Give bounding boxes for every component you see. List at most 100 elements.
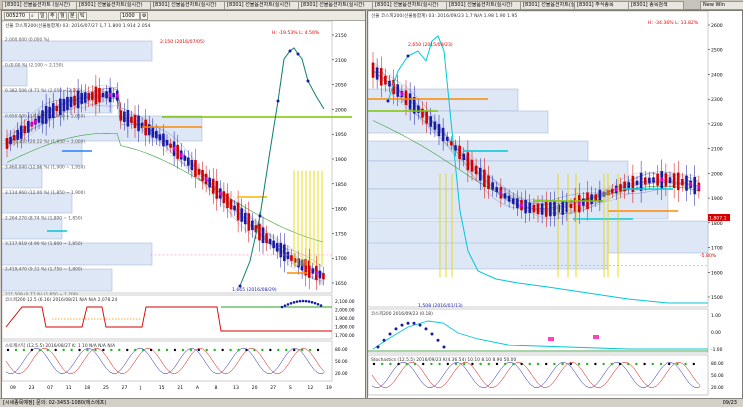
status-text: [시세종목예정] 문의: 02-3453-1080(에스에프) <box>3 400 107 406</box>
tab-5[interactable]: [8301] 선물옵션차트(실시간) <box>372 1 448 10</box>
signal-dot <box>487 362 490 366</box>
candle-body <box>240 208 243 222</box>
signal-dot <box>110 348 113 352</box>
tab-6[interactable]: [8301] 선물옵션차트(실시간) <box>446 1 522 10</box>
candle-body <box>384 75 387 85</box>
candle-body <box>590 194 593 205</box>
profile-level-label: 2,000,000 (0,000 %) <box>5 37 50 43</box>
settings-icon[interactable]: ⚙ <box>140 12 149 20</box>
tab-2[interactable]: [8301] 선물옵션차트(실시간) <box>150 1 226 10</box>
symbol-input[interactable]: 005270 <box>4 12 30 20</box>
y-tick-label: 1750 <box>335 231 347 237</box>
tab-4[interactable]: [8301] 선물옵션차트(실시간) <box>298 1 374 10</box>
volume-profile-box <box>368 110 549 134</box>
left-toolbar: 005270 ⌕ 일 주 월 분 틱 1000 ⚙ <box>2 11 365 21</box>
volume-profile-box <box>2 218 63 240</box>
count-input[interactable]: 1000 <box>120 12 140 20</box>
candle-body <box>27 120 30 133</box>
signal-marker <box>593 335 599 339</box>
signal-dot <box>381 362 384 366</box>
candle-body <box>648 177 651 184</box>
y-tick-label: 1850 <box>335 182 347 188</box>
candle-body <box>286 251 290 259</box>
candle-body <box>197 169 201 175</box>
candle-body <box>243 212 247 225</box>
candle-magenta <box>115 93 119 98</box>
period-week-button[interactable]: 주 <box>48 12 57 20</box>
period-min-button[interactable]: 분 <box>68 12 77 20</box>
signal-dot <box>245 348 248 352</box>
signal-dot <box>520 362 523 366</box>
signal-dot <box>86 348 89 352</box>
candle-body <box>201 169 204 181</box>
indicator-dot <box>289 301 293 305</box>
low-label: 1,665 (2016/08/29) <box>232 287 277 293</box>
signal-dot <box>463 362 466 366</box>
sub-panel-1-title: 코스피200 2016/09/23 (0.18) <box>371 310 433 317</box>
candle-body <box>594 194 598 201</box>
period-month-button[interactable]: 월 <box>58 12 67 20</box>
signal-dot <box>253 348 256 352</box>
signal-dot <box>149 348 153 352</box>
candle-body <box>16 130 19 140</box>
candle-body <box>208 177 211 188</box>
candle-body <box>275 242 279 252</box>
candle-body <box>87 92 91 101</box>
candle-body <box>5 137 9 149</box>
y-tick-label: 1700 <box>335 256 347 262</box>
candle-body <box>466 152 470 171</box>
candle-body <box>130 116 133 123</box>
candle-body <box>48 106 51 119</box>
signal-dot <box>6 348 10 352</box>
candle-body <box>536 203 540 215</box>
candle-body <box>388 80 391 87</box>
candle-body <box>322 273 325 280</box>
tab-0[interactable]: [8301] 선물옵션차트 (실시간) <box>2 1 78 10</box>
right-chart-svg[interactable]: 선물 코스피200(선물통합계) 03: 2016/09/23 1,7 N/A … <box>368 11 742 397</box>
candle-body <box>441 127 445 142</box>
sub1-tick-label: 1.00 <box>711 313 721 319</box>
y-tick-label: 1700 <box>711 246 723 252</box>
candle-body <box>643 177 647 185</box>
candle-body <box>425 110 428 124</box>
signal-dot <box>668 362 671 366</box>
candle-body <box>450 141 453 146</box>
y-tick-label: 1500 <box>711 295 723 301</box>
candle-body <box>283 244 286 262</box>
signal-dot <box>602 362 605 366</box>
candle-body <box>437 124 441 137</box>
tab-9[interactable]: [8301] 종목검색 <box>628 1 684 10</box>
candle-body <box>433 121 437 130</box>
indicator-dot <box>436 338 440 342</box>
profile-level-label: 3,117,918 (4.90 %) (1,800 ~ 1,850) <box>5 241 83 247</box>
signal-dot <box>545 362 548 366</box>
left-chart-svg[interactable]: 선물 코스피200(선물통합계) 03: 2016/07/27 1,7 1.80… <box>2 21 365 397</box>
signal-dot <box>405 362 408 366</box>
candle-magenta <box>172 146 176 151</box>
candle-body <box>147 124 151 136</box>
signal-dot <box>372 362 376 366</box>
profile-level-label: 0.(0.00 %) (2,100 ~ 2,150) <box>5 63 63 69</box>
candle-body <box>55 106 59 112</box>
tab-3[interactable]: [8301] 선물옵션차트(실시간) <box>224 1 300 10</box>
candle-magenta <box>615 187 618 192</box>
right-chart-pane: 선물 코스피200(선물통합계) 03: 2016/09/23 1,7 N/A … <box>367 10 743 399</box>
period-day-button[interactable]: 일 <box>38 12 47 20</box>
candle-body <box>507 195 511 202</box>
period-tick-button[interactable]: 틱 <box>78 12 87 20</box>
tab-1[interactable]: [8301] 선물옵션차트(실시간) <box>76 1 152 10</box>
candle-body <box>549 202 552 217</box>
new-window-tab[interactable]: New Win <box>700 1 743 10</box>
candle-body <box>151 126 155 138</box>
candle-body <box>627 182 631 189</box>
indicator-dot <box>388 332 392 336</box>
candle-body <box>9 136 12 145</box>
tab-7[interactable]: [8301] 선물옵션차트(실시간) <box>520 1 576 10</box>
signal-dot <box>14 348 18 352</box>
signal-dot <box>643 362 646 366</box>
candle-body <box>474 165 478 175</box>
x-tick-label: 25 <box>103 385 109 391</box>
tab-8[interactable]: [8301] 주식종목 <box>574 1 630 10</box>
y-tick-label: 1900 <box>335 157 347 163</box>
candle-body <box>458 145 461 160</box>
